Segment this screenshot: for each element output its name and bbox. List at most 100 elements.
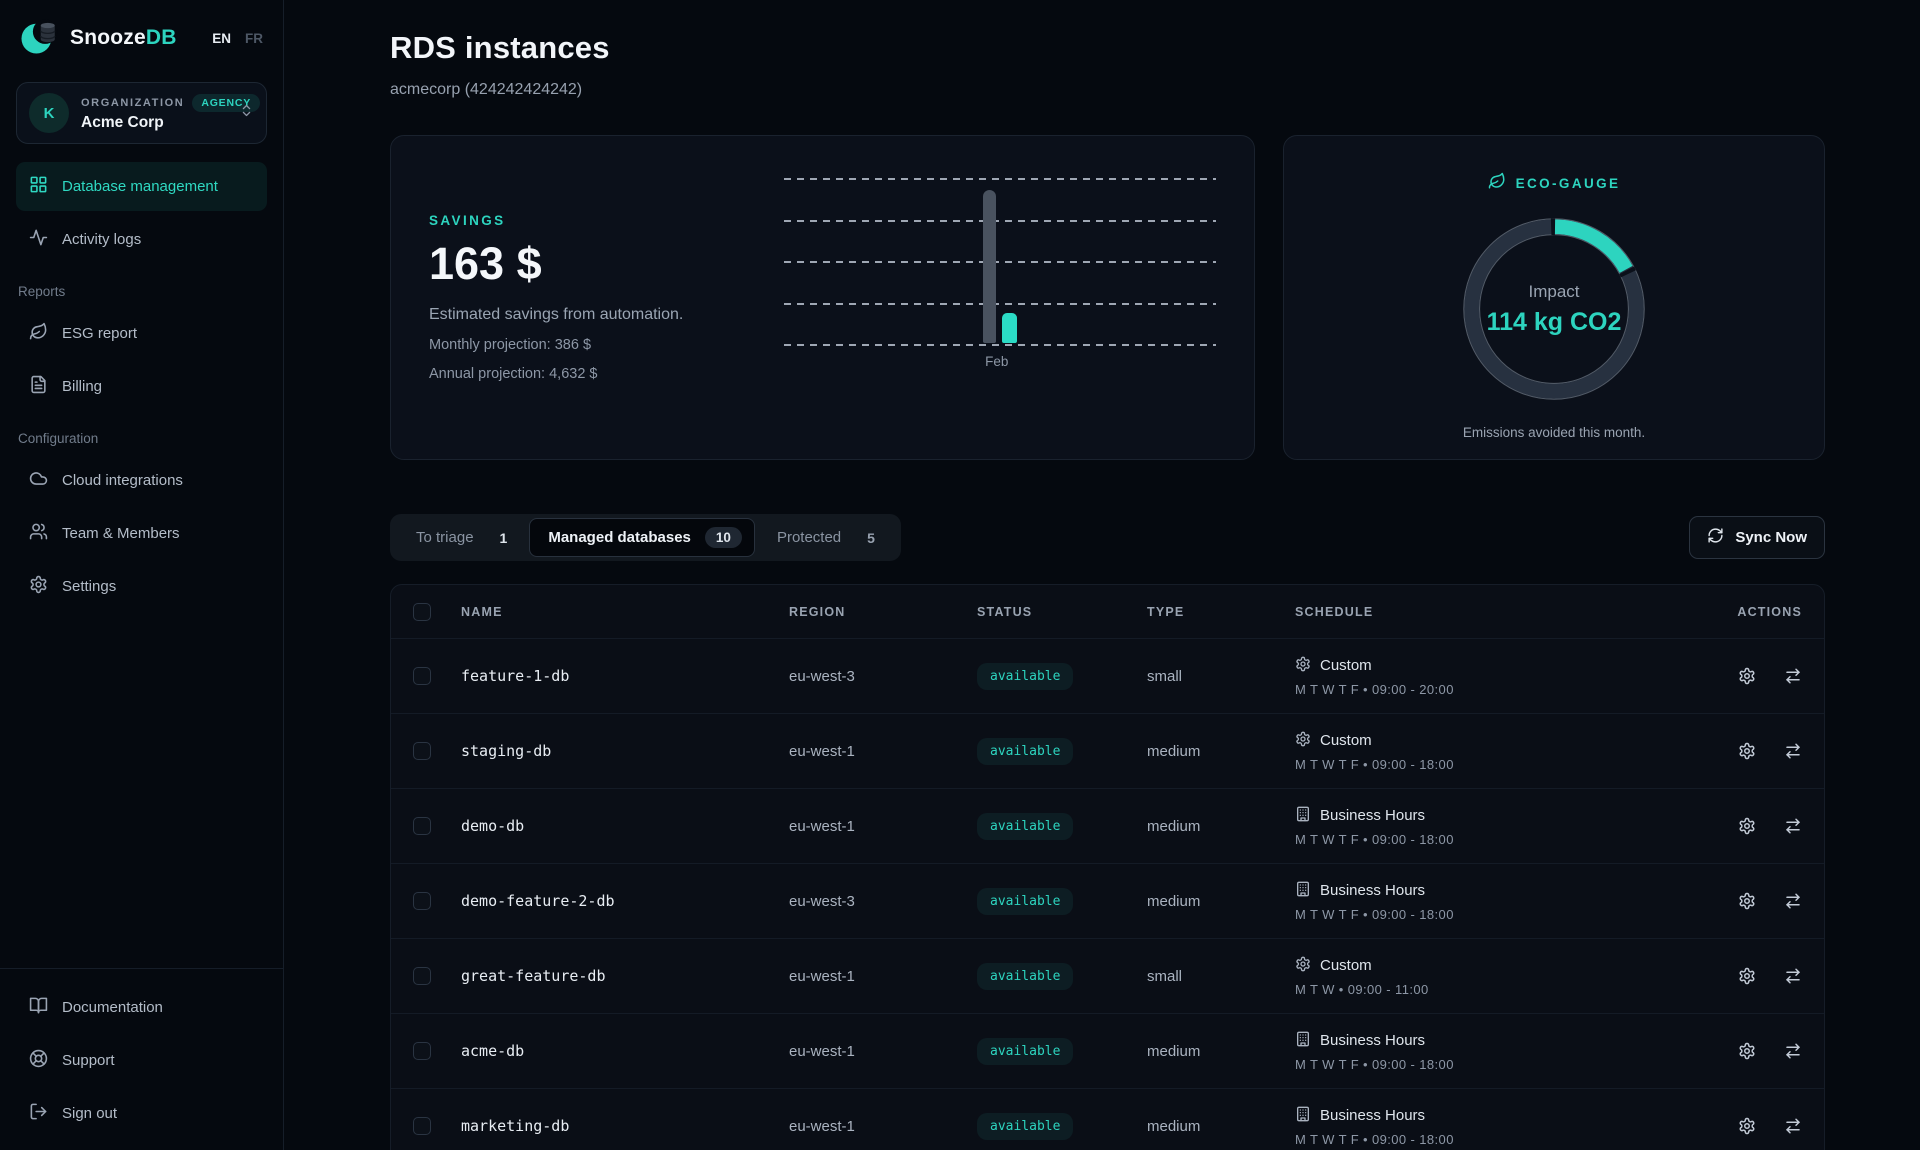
gear-icon (29, 575, 48, 598)
building-icon (1295, 806, 1311, 826)
row-settings-button[interactable] (1738, 742, 1756, 760)
db-schedule: Custom M T W T F • 09:00 - 18:00 (1295, 731, 1692, 772)
row-settings-button[interactable] (1738, 817, 1756, 835)
table-row: great-feature-db eu-west-1 available sma… (391, 938, 1824, 1013)
main-content: RDS instances acmecorp (424242424242) SA… (284, 0, 1920, 1150)
row-swap-button[interactable] (1784, 892, 1802, 910)
savings-description: Estimated savings from automation. (429, 306, 774, 324)
tab-protected[interactable]: Protected 5 (755, 520, 897, 555)
table-row: demo-db eu-west-1 available medium Busin… (391, 788, 1824, 863)
row-settings-button[interactable] (1738, 1042, 1756, 1060)
row-settings-button[interactable] (1738, 892, 1756, 910)
db-type: small (1147, 968, 1295, 985)
chart-gridline (784, 178, 1216, 180)
sidebar-item-settings[interactable]: Settings (16, 562, 267, 611)
sidebar: SnoozeDB EN FR K ORGANIZATION AGENCY Acm… (0, 0, 284, 1150)
db-type: medium (1147, 818, 1295, 835)
sidebar-item-billing[interactable]: Billing (16, 362, 267, 411)
sidebar-item-label: Sign out (62, 1105, 117, 1122)
row-swap-button[interactable] (1784, 817, 1802, 835)
row-checkbox[interactable] (413, 967, 431, 985)
column-header-schedule: SCHEDULE (1295, 605, 1692, 619)
row-settings-button[interactable] (1738, 1117, 1756, 1135)
sidebar-item-label: Cloud integrations (62, 472, 183, 489)
sidebar-item-sign-out[interactable]: Sign out (16, 1089, 267, 1138)
row-checkbox[interactable] (413, 1117, 431, 1135)
organization-selector[interactable]: K ORGANIZATION AGENCY Acme Corp (16, 82, 267, 144)
sidebar-item-cloud-integrations[interactable]: Cloud integrations (16, 456, 267, 505)
tab-managed-databases[interactable]: Managed databases 10 (529, 518, 755, 557)
db-type: medium (1147, 1118, 1295, 1135)
table-row: staging-db eu-west-1 available medium Cu… (391, 713, 1824, 788)
row-swap-button[interactable] (1784, 1042, 1802, 1060)
sidebar-item-label: Team & Members (62, 525, 180, 542)
gear-icon (1295, 731, 1311, 751)
db-schedule: Custom M T W • 09:00 - 11:00 (1295, 956, 1692, 997)
row-checkbox[interactable] (413, 892, 431, 910)
sidebar-item-label: ESG report (62, 325, 137, 342)
db-schedule: Business Hours M T W T F • 09:00 - 18:00 (1295, 1031, 1692, 1072)
savings-eyebrow: SAVINGS (429, 213, 774, 228)
db-name: demo-db (461, 817, 789, 835)
table-row: demo-feature-2-db eu-west-3 available me… (391, 863, 1824, 938)
sync-now-button[interactable]: Sync Now (1689, 516, 1825, 559)
sidebar-item-team-members[interactable]: Team & Members (16, 509, 267, 558)
db-type: medium (1147, 743, 1295, 760)
row-swap-button[interactable] (1784, 967, 1802, 985)
sidebar-item-activity-logs[interactable]: Activity logs (16, 215, 267, 264)
eco-donut-chart: Impact 114 kg CO2 (1456, 211, 1652, 407)
row-checkbox[interactable] (413, 667, 431, 685)
eco-gauge-card: ECO-GAUGE Impact 114 kg CO2 Emissions av… (1283, 135, 1825, 460)
db-name: acme-db (461, 1042, 789, 1060)
db-schedule: Business Hours M T W T F • 09:00 - 18:00 (1295, 881, 1692, 922)
building-icon (1295, 1106, 1311, 1126)
tab-to-triage[interactable]: To triage 1 (394, 520, 529, 555)
refresh-icon (1707, 527, 1724, 548)
row-checkbox[interactable] (413, 817, 431, 835)
lang-fr-button[interactable]: FR (245, 31, 263, 46)
impact-value: 114 kg CO2 (1487, 308, 1622, 337)
row-swap-button[interactable] (1784, 667, 1802, 685)
sidebar-item-documentation[interactable]: Documentation (16, 983, 267, 1032)
lang-en-button[interactable]: EN (212, 31, 231, 46)
db-schedule: Custom M T W T F • 09:00 - 20:00 (1295, 656, 1692, 697)
row-swap-button[interactable] (1784, 742, 1802, 760)
snoozedb-logo-icon (18, 15, 60, 62)
sidebar-section-reports: Reports (18, 284, 265, 299)
sidebar-item-database-management[interactable]: Database management (16, 162, 267, 211)
db-name: great-feature-db (461, 967, 789, 985)
sidebar-item-support[interactable]: Support (16, 1036, 267, 1085)
status-badge: available (977, 813, 1073, 840)
life-buoy-icon (29, 1049, 48, 1072)
db-type: small (1147, 668, 1295, 685)
row-settings-button[interactable] (1738, 667, 1756, 685)
row-checkbox[interactable] (413, 1042, 431, 1060)
gear-icon (1295, 956, 1311, 976)
select-all-checkbox[interactable] (413, 603, 431, 621)
status-badge: available (977, 738, 1073, 765)
grid-icon (29, 175, 48, 198)
log-out-icon (29, 1102, 48, 1125)
sidebar-nav: Database management Activity logs Report… (16, 162, 267, 615)
building-icon (1295, 881, 1311, 901)
sidebar-item-esg-report[interactable]: ESG report (16, 309, 267, 358)
sidebar-item-label: Database management (62, 178, 218, 195)
book-icon (29, 996, 48, 1019)
cloud-icon (29, 469, 48, 492)
status-badge: available (977, 1038, 1073, 1065)
row-swap-button[interactable] (1784, 1117, 1802, 1135)
table-row: marketing-db eu-west-1 available medium … (391, 1088, 1824, 1150)
databases-table: NAME REGION STATUS TYPE SCHEDULE ACTIONS… (390, 584, 1825, 1150)
chart-gridline (784, 261, 1216, 263)
row-checkbox[interactable] (413, 742, 431, 760)
gear-icon (1295, 656, 1311, 676)
db-type: medium (1147, 893, 1295, 910)
savings-amount: 163 $ (429, 238, 774, 290)
sidebar-footer: Documentation Support Sign out (0, 968, 283, 1150)
logo-row: SnoozeDB EN FR (16, 0, 267, 62)
row-settings-button[interactable] (1738, 967, 1756, 985)
status-badge: available (977, 888, 1073, 915)
savings-card: SAVINGS 163 $ Estimated savings from aut… (390, 135, 1255, 460)
db-region: eu-west-3 (789, 893, 977, 910)
column-header-actions: ACTIONS (1692, 605, 1802, 619)
